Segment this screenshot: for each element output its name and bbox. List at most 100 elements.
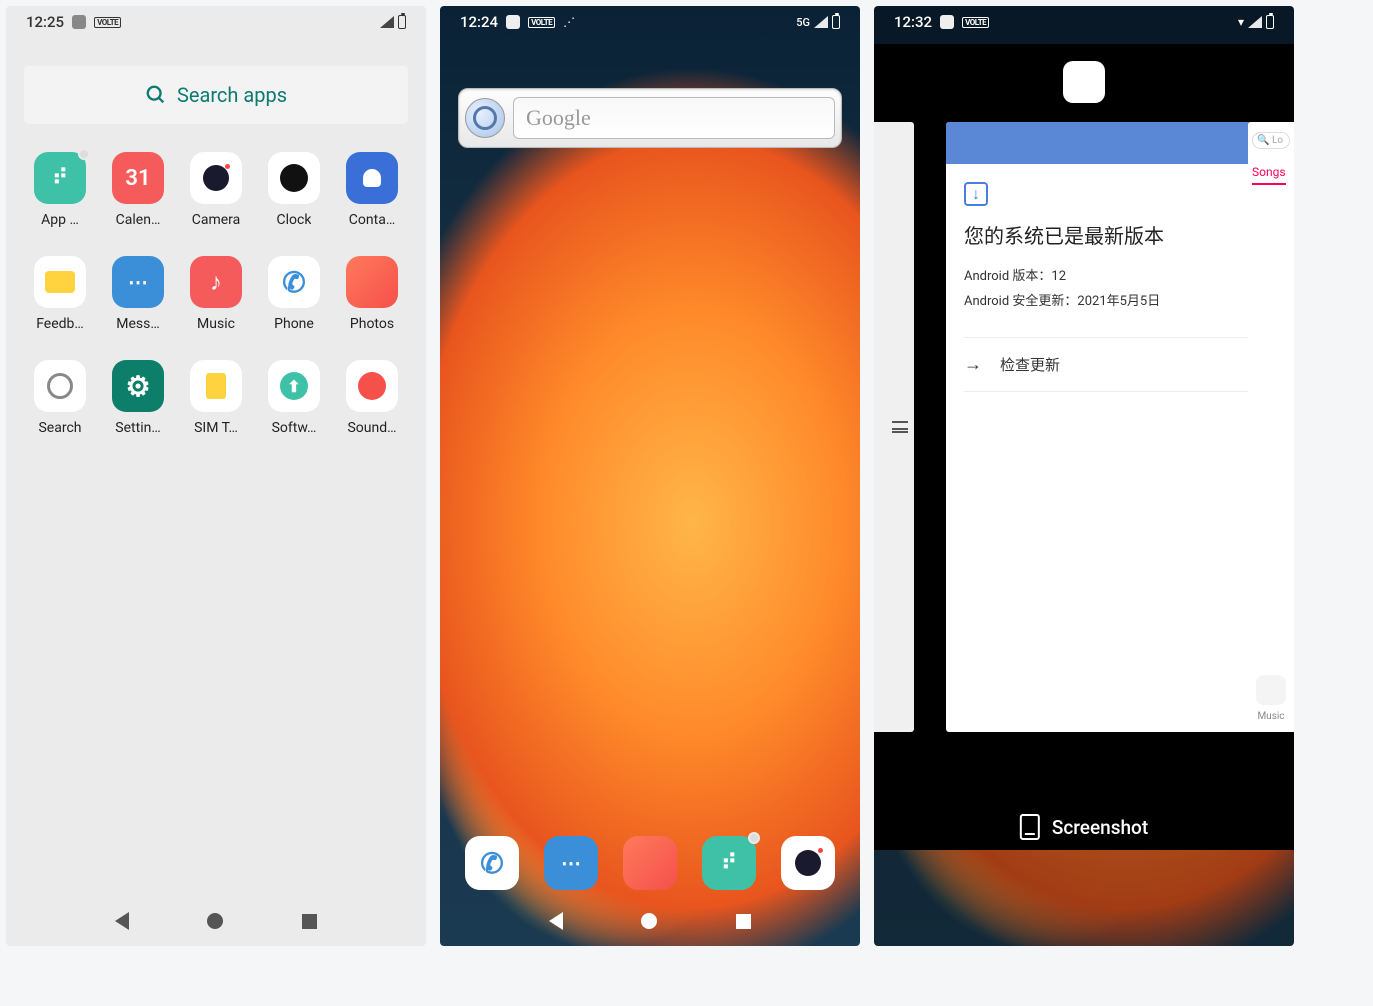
recents-card-system-update[interactable]: 您的系统已是最新版本 Android 版本：12 Android 安全更新：20… [946, 122, 1266, 732]
status-bar: 12:32 VOLTE ▾ [874, 6, 1294, 38]
screenshot-button[interactable]: Screenshot [1020, 814, 1148, 840]
status-time: 12:32 [894, 13, 932, 31]
google-search-field[interactable]: Google [513, 97, 835, 139]
contacts-icon [346, 152, 398, 204]
status-time: 12:25 [26, 13, 64, 31]
notification-icon [940, 15, 954, 29]
nav-back-button[interactable] [115, 912, 129, 930]
battery-icon [398, 15, 406, 29]
battery-icon [832, 15, 840, 29]
nav-recents-button[interactable] [302, 914, 317, 929]
search-icon [145, 84, 167, 106]
calendar-icon: 31 [112, 152, 164, 204]
nav-recents-button[interactable] [736, 914, 751, 929]
dock-phone[interactable] [465, 836, 519, 890]
search-apps-label: Search apps [177, 83, 287, 107]
recents-screen: 12:32 VOLTE ▾ 您的系统已是最新版本 Android 版本：12 A… [874, 6, 1294, 946]
app-mess[interactable]: Mess… [102, 256, 174, 332]
app-label: Mess… [116, 316, 159, 332]
app-label: Sound… [347, 420, 396, 436]
notification-icon [72, 15, 86, 29]
app-softw[interactable]: Softw… [258, 360, 330, 436]
volte-icon: VOLTE [528, 17, 555, 28]
volte-icon: VOLTE [94, 17, 121, 28]
network-label: 5G [796, 16, 810, 29]
app-label: Settin… [115, 420, 160, 436]
screenshot-label: Screenshot [1052, 816, 1148, 839]
app-music[interactable]: Music [180, 256, 252, 332]
phone-icon [268, 256, 320, 308]
app-conta[interactable]: Conta… [336, 152, 408, 228]
feedback-icon [34, 256, 86, 308]
app-feedb[interactable]: Feedb… [24, 256, 96, 332]
clock-icon [268, 152, 320, 204]
app-phone[interactable]: Phone [258, 256, 330, 332]
signal-icon [1248, 16, 1262, 28]
photos-icon [346, 256, 398, 308]
music-label: Music [1252, 711, 1290, 722]
nav-bar [440, 896, 860, 946]
nav-back-button[interactable] [549, 912, 563, 930]
app-clock[interactable]: Clock [258, 152, 330, 228]
list-icon [892, 421, 908, 433]
app-drawer-screen: 12:25 VOLTE Search apps App … 31 Calen… Cam… [6, 6, 426, 946]
update-title: 您的系统已是最新版本 [964, 220, 1248, 249]
status-bar: 12:25 VOLTE [6, 6, 426, 38]
notification-dot [78, 148, 90, 160]
sim-icon [190, 360, 242, 412]
google-search-widget[interactable]: Google [458, 88, 842, 148]
dock-camera[interactable] [781, 836, 835, 890]
search-apps-bar[interactable]: Search apps [24, 66, 408, 124]
app-label: Photos [350, 316, 394, 332]
dock-messages[interactable] [544, 836, 598, 890]
app-label: Phone [274, 316, 314, 332]
nav-bar [6, 896, 426, 946]
status-time: 12:24 [460, 13, 498, 31]
app-photos[interactable]: Photos [336, 256, 408, 332]
settings-icon [112, 360, 164, 412]
update-android-version: Android 版本：12 [964, 265, 1248, 284]
status-bar: 12:24 VOLTE ⋰ 5G [440, 6, 860, 38]
appmarket-icon [34, 152, 86, 204]
home-screen: 12:24 VOLTE ⋰ 5G Google [440, 6, 860, 946]
app-calen[interactable]: 31 Calen… [102, 152, 174, 228]
nav-home-button[interactable] [207, 913, 223, 929]
signal-icon [380, 16, 394, 28]
app-grid: App … 31 Calen… Camera ClockConta… Feedb… Mess… [6, 134, 426, 454]
dock-photos[interactable] [623, 836, 677, 890]
dock-appmarket[interactable] [702, 836, 756, 890]
notification-dot [748, 832, 760, 844]
app-label: Calen… [116, 212, 161, 228]
app-label: Music [197, 316, 235, 332]
app-camera[interactable]: Camera [180, 152, 252, 228]
wifi-icon: ⋰ [563, 15, 575, 29]
task-app-icon[interactable] [1063, 61, 1105, 103]
check-update-label: 检查更新 [1000, 354, 1060, 375]
app-search[interactable]: Search [24, 360, 96, 436]
notification-icon [506, 15, 520, 29]
recents-card-left[interactable] [874, 122, 914, 732]
check-update-row[interactable]: 检查更新 [964, 337, 1248, 392]
card-header [946, 122, 1266, 164]
camera-icon [190, 152, 242, 204]
sound-icon [346, 360, 398, 412]
app-app[interactable]: App … [24, 152, 96, 228]
recents-card-music[interactable]: 🔍 Lo Songs Music [1248, 122, 1294, 732]
app-settin[interactable]: Settin… [102, 360, 174, 436]
battery-icon [1266, 15, 1274, 29]
app-label: App … [41, 212, 79, 228]
app-label: SIM T… [194, 420, 238, 436]
music-icon [1256, 675, 1286, 705]
app-sound[interactable]: Sound… [336, 360, 408, 436]
signal-icon [814, 16, 828, 28]
songs-tab[interactable]: Songs [1252, 165, 1286, 185]
app-label: Softw… [272, 420, 317, 436]
wifi-icon: ▾ [1238, 15, 1244, 29]
search-icon [465, 98, 505, 138]
app-label: Camera [192, 212, 241, 228]
nav-home-button[interactable] [641, 913, 657, 929]
mini-search-field[interactable]: 🔍 Lo [1252, 132, 1290, 149]
app-simt[interactable]: SIM T… [180, 360, 252, 436]
software-icon [268, 360, 320, 412]
search-icon [34, 360, 86, 412]
